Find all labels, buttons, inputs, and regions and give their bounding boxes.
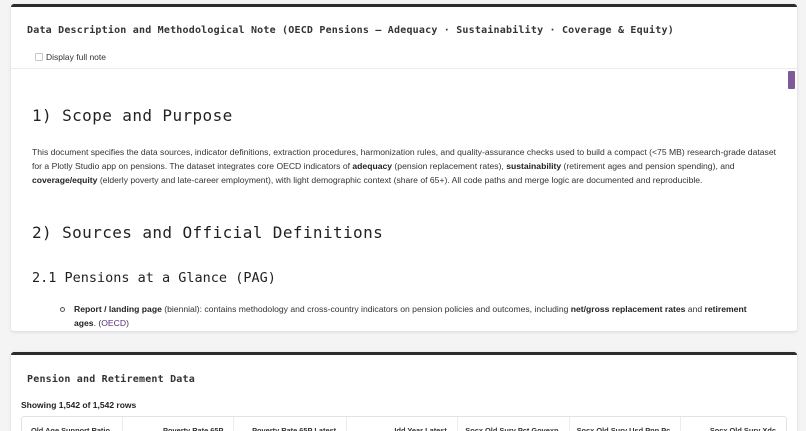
- pension-data-card: Pension and Retirement Data Showing 1,54…: [11, 352, 797, 431]
- scrollbar-thumb[interactable]: [788, 71, 795, 89]
- section-1-heading: 1) Scope and Purpose: [32, 106, 233, 125]
- methodology-note-card: Data Description and Methodological Note…: [11, 4, 797, 331]
- column-header-socx-old-surv-usd-ppp-pc[interactable]: Socx Old Surv Usd Ppp Pc: [570, 417, 682, 431]
- paragraph-text: (retirement ages and pension spending), …: [561, 161, 735, 171]
- data-card-title: Pension and Retirement Data: [27, 374, 195, 385]
- list-item: Report / landing page (biennial): contai…: [60, 302, 770, 330]
- display-full-note-toggle[interactable]: Display full note: [35, 52, 106, 62]
- section-2-1-heading: 2.1 Pensions at a Glance (PAG): [32, 270, 276, 286]
- report-landing-page-bold: Report / landing page: [74, 304, 162, 314]
- pag-bullet-list: Report / landing page (biennial): contai…: [60, 302, 770, 330]
- oecd-link[interactable]: OECD: [101, 318, 126, 328]
- column-header-idd-year-latest[interactable]: Idd Year Latest: [347, 417, 458, 431]
- column-header-poverty-rate-65p-latest[interactable]: Poverty Rate 65P Latest: [234, 417, 348, 431]
- coverage-equity-bold: coverage/equity: [32, 175, 98, 185]
- column-header-poverty-rate-65p[interactable]: Poverty Rate 65P: [123, 417, 235, 431]
- note-card-title: Data Description and Methodological Note…: [27, 25, 674, 36]
- paragraph-text: (pension replacement rates),: [392, 161, 507, 171]
- replacement-rates-bold: net/gross replacement rates: [570, 304, 686, 314]
- column-header-old-age-support-ratio[interactable]: Old Age Support Ratio: [22, 417, 123, 431]
- display-full-note-label: Display full note: [46, 52, 107, 62]
- bullet-text: ): [126, 318, 129, 328]
- section-2-heading: 2) Sources and Official Definitions: [32, 223, 384, 242]
- adequacy-bold: adequacy: [352, 161, 393, 171]
- section-1-paragraph: This document specifies the data sources…: [32, 145, 777, 187]
- column-header-socx-old-surv-pct-govexp[interactable]: Socx Old Surv Pct Govexp: [458, 417, 570, 431]
- note-scroll-area[interactable]: 1) Scope and Purpose This document speci…: [11, 68, 797, 331]
- bullet-text: and: [685, 304, 705, 314]
- rows-count: Showing 1,542 of 1,542 rows: [21, 400, 137, 410]
- sustainability-bold: sustainability: [506, 161, 562, 171]
- column-header-socx-old-surv-xdc[interactable]: Socx Old Surv Xdc: [681, 417, 786, 431]
- table-header-row: Old Age Support Ratio Poverty Rate 65P P…: [21, 416, 787, 431]
- bullet-text: (biennial): contains methodology and cro…: [161, 304, 571, 314]
- display-full-note-checkbox[interactable]: [35, 53, 43, 61]
- paragraph-text: (elderly poverty and late-career employm…: [97, 175, 703, 185]
